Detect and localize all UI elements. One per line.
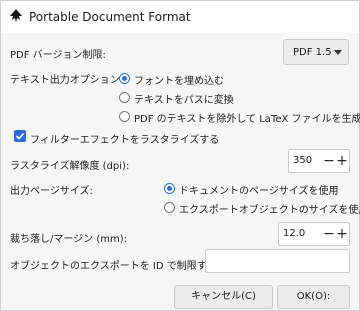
pdf-version-value: PDF 1.5	[293, 47, 332, 58]
radio-latex-label[interactable]: PDF のテキストを除外して LaTeX ファイルを生成	[134, 110, 360, 125]
chevron-down-icon	[334, 50, 342, 55]
title-bar: Portable Document Format	[1, 1, 359, 33]
radio-text-to-path-label[interactable]: テキストをパスに変換	[134, 91, 234, 106]
radio-document-page-size-label[interactable]: ドキュメントのページサイズを使用	[179, 182, 339, 197]
plus-icon[interactable]: +	[336, 225, 348, 243]
radio-embed-fonts-label[interactable]: フォントを埋め込む	[134, 72, 224, 87]
pdf-version-dropdown[interactable]: PDF 1.5	[283, 39, 349, 65]
checkmark-icon	[15, 132, 25, 140]
plus-icon[interactable]: +	[336, 152, 348, 170]
page-size-label: 出力ページサイズ:	[10, 186, 93, 197]
pdf-export-dialog: Portable Document Format PDF バージョン制限: PD…	[0, 0, 360, 311]
text-output-label: テキスト出力オプション:	[10, 75, 124, 86]
radio-export-object-size-label[interactable]: エクスポートオブジェクトのサイズを使用	[179, 201, 360, 216]
radio-export-object-size[interactable]	[164, 202, 175, 213]
minus-icon[interactable]: −	[323, 152, 335, 170]
dpi-value[interactable]: 350	[293, 155, 312, 166]
radio-latex[interactable]	[119, 111, 130, 122]
bleed-label: 裁ち落し/マージン (mm):	[10, 234, 128, 245]
radio-text-to-path[interactable]	[119, 92, 130, 103]
inkscape-icon	[8, 8, 24, 24]
radio-embed-fonts[interactable]	[119, 73, 130, 84]
pdf-version-label: PDF バージョン制限:	[10, 50, 106, 61]
limit-id-input[interactable]	[205, 249, 350, 273]
rasterize-checkbox[interactable]	[14, 130, 26, 142]
dpi-spinbox[interactable]: 350 − +	[288, 149, 350, 173]
bleed-spinbox[interactable]: 12.0 − +	[278, 222, 350, 246]
cancel-button[interactable]: キャンセル(C)	[174, 285, 273, 309]
dpi-label: ラスタライズ解像度 (dpi):	[10, 161, 130, 172]
limit-id-label: オブジェクトのエクスポートを ID で制限する:	[10, 261, 221, 272]
minus-icon[interactable]: −	[323, 225, 335, 243]
radio-document-page-size[interactable]	[164, 183, 175, 194]
ok-button[interactable]: OK(O):	[277, 285, 350, 309]
window-title: Portable Document Format	[29, 10, 191, 24]
rasterize-label[interactable]: フィルターエフェクトをラスタライズする	[30, 131, 219, 146]
bleed-value[interactable]: 12.0	[283, 228, 305, 239]
